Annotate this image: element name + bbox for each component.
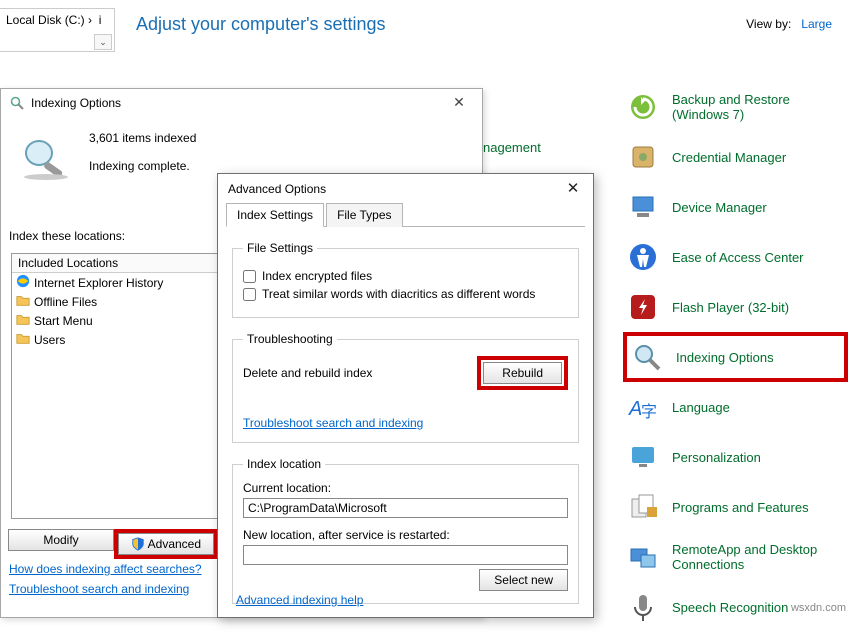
- modify-button[interactable]: Modify: [8, 529, 114, 551]
- view-by: View by: Large: [746, 17, 832, 31]
- index-location-legend: Index location: [243, 457, 325, 471]
- backup-icon: [626, 90, 660, 124]
- advanced-dialog-title: Advanced Options: [218, 174, 593, 202]
- diacritics-label: Treat similar words with diacritics as d…: [262, 287, 535, 301]
- ie-icon: [16, 274, 30, 291]
- advanced-indexing-help-link[interactable]: Advanced indexing help: [236, 593, 363, 607]
- cp-item-label: Indexing Options: [676, 350, 774, 365]
- speech-icon: [626, 590, 660, 624]
- programs-icon: [626, 490, 660, 524]
- indexing-complete: Indexing complete.: [89, 157, 196, 175]
- control-panel-item-language[interactable]: A字 Language: [623, 382, 848, 432]
- cp-item-label: Backup and Restore (Windows 7): [672, 92, 848, 122]
- breadcrumb-arrow: ›: [88, 13, 92, 27]
- new-location-label: New location, after service is restarted…: [243, 528, 568, 542]
- items-indexed: 3,601 items indexed: [89, 129, 196, 147]
- index-encrypted-label: Index encrypted files: [262, 269, 372, 283]
- control-panel-item-programs[interactable]: Programs and Features: [623, 482, 848, 532]
- troubleshoot-search-link[interactable]: Troubleshoot search and indexing: [243, 416, 423, 430]
- page-title: Adjust your computer's settings: [136, 14, 386, 35]
- breadcrumb-bar[interactable]: Local Disk (C:) › i ⌄: [0, 8, 115, 52]
- advanced-button-highlight: Advanced: [114, 529, 218, 559]
- location-label: Offline Files: [34, 295, 97, 309]
- index-encrypted-checkbox[interactable]: [243, 270, 256, 283]
- indexing-close-button[interactable]: ✕: [444, 93, 474, 113]
- credential-icon: [626, 140, 660, 174]
- diacritics-checkbox[interactable]: [243, 288, 256, 301]
- svg-text:字: 字: [641, 403, 657, 421]
- advanced-button[interactable]: Advanced: [118, 533, 214, 555]
- index-encrypted-row[interactable]: Index encrypted files: [243, 269, 568, 283]
- control-panel-item-credential[interactable]: Credential Manager: [623, 132, 848, 182]
- cp-item-label: Speech Recognition: [672, 600, 788, 615]
- troubleshooting-legend: Troubleshooting: [243, 332, 337, 346]
- indexing-status: 3,601 items indexed Indexing complete.: [89, 129, 196, 175]
- control-panel-item-index[interactable]: Indexing Options: [623, 332, 848, 382]
- current-location-label: Current location:: [243, 481, 568, 495]
- control-panel-item-remote[interactable]: RemoteApp and Desktop Connections: [623, 532, 848, 582]
- delete-rebuild-label: Delete and rebuild index: [243, 366, 372, 380]
- personalization-icon: [626, 440, 660, 474]
- view-by-value[interactable]: Large: [801, 17, 832, 31]
- indexing-dialog-title: Indexing Options: [31, 96, 121, 110]
- index-icon: [630, 340, 664, 374]
- breadcrumb-label: Local Disk (C:): [6, 13, 85, 27]
- folder-icon: [16, 331, 30, 348]
- new-location-input[interactable]: [243, 545, 568, 565]
- index-locations-label: Index these locations:: [9, 229, 125, 243]
- file-settings-group: File Settings Index encrypted files Trea…: [232, 241, 579, 318]
- stray-text: nagement: [483, 140, 541, 155]
- flash-icon: [626, 290, 660, 324]
- cp-item-label: Device Manager: [672, 200, 767, 215]
- ease-icon: [626, 240, 660, 274]
- location-label: Start Menu: [34, 314, 93, 328]
- control-panel-item-backup[interactable]: Backup and Restore (Windows 7): [623, 82, 848, 132]
- cp-item-label: RemoteApp and Desktop Connections: [672, 542, 848, 572]
- magnifier-icon: [19, 137, 73, 181]
- device-icon: [626, 190, 660, 224]
- cp-item-label: Programs and Features: [672, 500, 809, 515]
- language-icon: A字: [626, 390, 660, 424]
- location-label: Internet Explorer History: [34, 276, 163, 290]
- advanced-close-button[interactable]: ✕: [559, 180, 587, 200]
- control-panel-item-personalization[interactable]: Personalization: [623, 432, 848, 482]
- control-panel-header: Adjust your computer's settings View by:…: [126, 0, 852, 40]
- tab-file-types[interactable]: File Types: [326, 203, 402, 227]
- breadcrumb-dropdown-icon[interactable]: ⌄: [94, 34, 112, 50]
- shield-icon: [131, 537, 145, 551]
- rebuild-button-highlight: Rebuild: [477, 356, 568, 390]
- control-panel-item-flash[interactable]: Flash Player (32-bit): [623, 282, 848, 332]
- rebuild-button[interactable]: Rebuild: [483, 362, 562, 384]
- indexing-dialog-titlebar[interactable]: Indexing Options ✕: [1, 89, 482, 117]
- diacritics-row[interactable]: Treat similar words with diacritics as d…: [243, 287, 568, 301]
- folder-icon: [16, 293, 30, 310]
- advanced-options-dialog: Advanced Options ✕ Index Settings File T…: [217, 173, 594, 618]
- advanced-tabs: Index Settings File Types: [226, 202, 585, 227]
- current-location-input[interactable]: [243, 498, 568, 518]
- tab-index-settings[interactable]: Index Settings: [226, 203, 324, 227]
- folder-icon: [16, 312, 30, 329]
- cp-item-label: Flash Player (32-bit): [672, 300, 789, 315]
- watermark: wsxdn.com: [791, 602, 846, 614]
- select-new-button[interactable]: Select new: [479, 569, 568, 591]
- index-location-group: Index location Current location: New loc…: [232, 457, 579, 604]
- cp-item-label: Personalization: [672, 450, 761, 465]
- cp-item-label: Ease of Access Center: [672, 250, 804, 265]
- indexing-help-links: How does indexing affect searches? Troub…: [9, 559, 202, 599]
- how-indexing-link[interactable]: How does indexing affect searches?: [9, 562, 202, 576]
- troubleshooting-group: Troubleshooting Delete and rebuild index…: [232, 332, 579, 443]
- control-panel-item-device[interactable]: Device Manager: [623, 182, 848, 232]
- file-settings-legend: File Settings: [243, 241, 317, 255]
- location-label: Users: [34, 333, 65, 347]
- control-panel-item-ease[interactable]: Ease of Access Center: [623, 232, 848, 282]
- troubleshoot-link[interactable]: Troubleshoot search and indexing: [9, 582, 189, 596]
- control-panel-items: Backup and Restore (Windows 7) Credential…: [623, 82, 848, 632]
- remote-icon: [626, 540, 660, 574]
- cp-item-label: Language: [672, 400, 730, 415]
- index-icon: [9, 95, 25, 111]
- cp-item-label: Credential Manager: [672, 150, 786, 165]
